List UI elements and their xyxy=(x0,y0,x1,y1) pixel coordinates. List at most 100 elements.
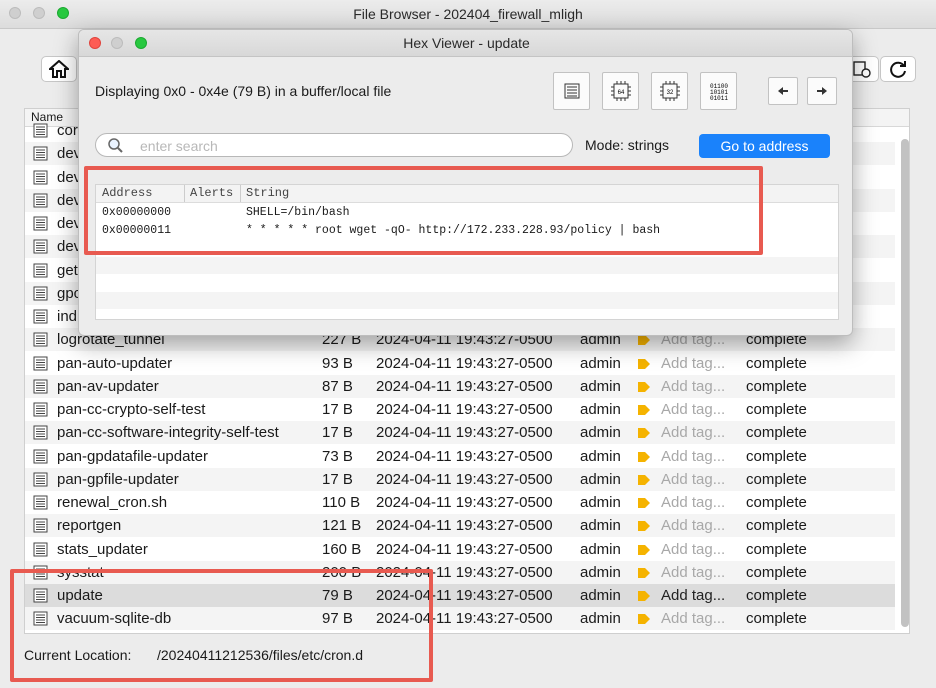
file-row[interactable]: pan-gpfile-updater 17 B 2024-04-11 19:43:2… xyxy=(25,467,895,491)
add-tag-field[interactable]: Add tag... xyxy=(661,421,725,444)
file-status: complete xyxy=(746,563,807,581)
file-owner: admin xyxy=(580,517,621,535)
tag-icon xyxy=(638,428,650,439)
text-view-button[interactable] xyxy=(553,72,590,110)
file-modified: 2024-04-11 19:43:27-0500 xyxy=(376,470,553,488)
highlight-box-update-location xyxy=(10,569,433,682)
binary-view-button[interactable]: 01100 10101 01011 xyxy=(700,72,737,110)
file-name: get xyxy=(57,261,78,279)
add-tag-field[interactable]: Add tag... xyxy=(661,491,725,514)
file-owner: admin xyxy=(580,540,621,558)
text-file-icon xyxy=(33,332,48,347)
file-modified: 2024-04-11 19:43:27-0500 xyxy=(376,424,553,442)
svg-text:32: 32 xyxy=(666,90,673,96)
text-file-icon xyxy=(33,379,48,394)
back-button[interactable] xyxy=(768,77,798,105)
file-name: pan-gpfile-updater xyxy=(57,470,179,488)
search-box[interactable] xyxy=(95,133,573,157)
file-name: cor xyxy=(57,122,78,139)
tag-icon xyxy=(638,381,650,392)
text-file-icon xyxy=(33,449,48,463)
file-owner: admin xyxy=(580,610,621,628)
add-tag-field[interactable]: Add tag... xyxy=(661,561,725,584)
file-row[interactable]: pan-auto-updater 93 B 2024-04-11 19:43:27-… xyxy=(25,352,895,375)
empty-row xyxy=(96,291,838,309)
file-row[interactable]: reportgen 121 B 2024-04-11 19:43:27-0500 ad… xyxy=(25,514,895,538)
file-row[interactable]: pan-cc-software-integrity-self-test 17 B 2… xyxy=(25,421,895,445)
file-size: 17 B xyxy=(322,401,353,418)
file-size: 93 B xyxy=(322,354,353,372)
text-file-icon xyxy=(33,216,48,231)
chip-32-button[interactable]: 32 xyxy=(651,72,688,110)
vertical-scrollbar[interactable] xyxy=(901,139,909,627)
back-arrow-icon xyxy=(778,87,788,95)
add-tag-field[interactable]: Add tag... xyxy=(661,538,725,561)
file-status: complete xyxy=(746,401,807,418)
file-name: pan-auto-updater xyxy=(57,354,173,372)
search-icon xyxy=(108,138,123,153)
file-status: complete xyxy=(746,494,807,511)
home-button[interactable] xyxy=(41,56,77,82)
file-size: 110 B xyxy=(322,494,361,511)
file-status: complete xyxy=(746,517,807,535)
hex-viewer-title: Hex Viewer - update xyxy=(403,35,530,51)
tag-icon xyxy=(638,358,650,369)
chip-32-icon: 32 xyxy=(659,81,680,101)
text-view-icon xyxy=(564,83,579,99)
add-tag-field[interactable]: Add tag... xyxy=(661,584,725,607)
hex-viewer-titlebar: Hex Viewer - update xyxy=(79,30,852,57)
file-name: pan-gpdatafile-updater xyxy=(57,447,208,465)
file-modified: 2024-04-11 19:43:27-0500 xyxy=(376,401,553,418)
file-row[interactable]: stats_updater 160 B 2024-04-11 19:43:27-05… xyxy=(25,538,895,561)
file-row[interactable]: pan-cc-crypto-self-test 17 B 2024-04-11 19… xyxy=(25,398,895,421)
file-size: 121 B xyxy=(322,517,362,535)
go-to-address-button[interactable]: Go to address xyxy=(699,134,830,158)
text-file-icon xyxy=(33,170,48,184)
empty-row xyxy=(96,274,838,291)
text-file-icon xyxy=(33,518,48,533)
file-size: 17 B xyxy=(322,470,353,488)
refresh-button[interactable] xyxy=(880,56,916,82)
tag-icon xyxy=(638,567,650,578)
add-tag-field[interactable]: Add tag... xyxy=(661,468,725,491)
file-owner: admin xyxy=(580,424,621,442)
text-file-icon xyxy=(33,542,48,556)
text-file-icon xyxy=(33,495,48,510)
home-icon xyxy=(49,60,69,78)
text-file-icon xyxy=(33,193,48,208)
text-file-icon xyxy=(33,123,48,138)
export-icon xyxy=(853,61,871,78)
add-tag-field[interactable]: Add tag... xyxy=(661,607,725,630)
file-name: reportgen xyxy=(57,517,122,535)
text-file-icon xyxy=(33,239,48,254)
add-tag-field[interactable]: Add tag... xyxy=(661,445,725,468)
add-tag-field[interactable]: Add tag... xyxy=(661,375,725,398)
empty-row xyxy=(96,309,838,319)
file-modified: 2024-04-11 19:43:27-0500 xyxy=(376,377,553,395)
text-file-icon xyxy=(33,472,48,487)
file-name: renewal_cron.sh xyxy=(57,494,168,511)
text-file-icon xyxy=(33,402,48,417)
chip-64-button[interactable]: 64 xyxy=(602,72,639,110)
tag-icon xyxy=(638,451,650,462)
search-input[interactable] xyxy=(138,136,562,156)
file-modified: 2024-04-11 19:43:27-0500 xyxy=(376,540,553,558)
mode-label: Mode: strings xyxy=(585,137,670,153)
svg-text:64: 64 xyxy=(617,90,624,96)
file-modified: 2024-04-11 19:43:27-0500 xyxy=(376,354,553,372)
tag-icon xyxy=(638,591,650,601)
add-tag-field[interactable]: Add tag... xyxy=(661,352,725,375)
file-name: stats_updater xyxy=(57,540,148,558)
add-tag-field[interactable]: Add tag... xyxy=(661,398,725,421)
file-row[interactable]: renewal_cron.sh 110 B 2024-04-11 19:43:27-… xyxy=(25,491,895,514)
file-modified: 2024-04-11 19:43:27-0500 xyxy=(376,447,553,465)
add-tag-field[interactable]: Add tag... xyxy=(661,514,725,537)
file-row[interactable]: pan-gpdatafile-updater 73 B 2024-04-11 19:… xyxy=(25,445,895,468)
tag-icon xyxy=(638,405,650,415)
tag-icon xyxy=(638,614,650,625)
file-row[interactable]: pan-av-updater 87 B 2024-04-11 19:43:27-05… xyxy=(25,374,895,398)
file-owner: admin xyxy=(580,401,621,418)
file-name: ind xyxy=(57,308,78,325)
tag-icon xyxy=(638,521,650,532)
forward-button[interactable] xyxy=(807,77,837,105)
